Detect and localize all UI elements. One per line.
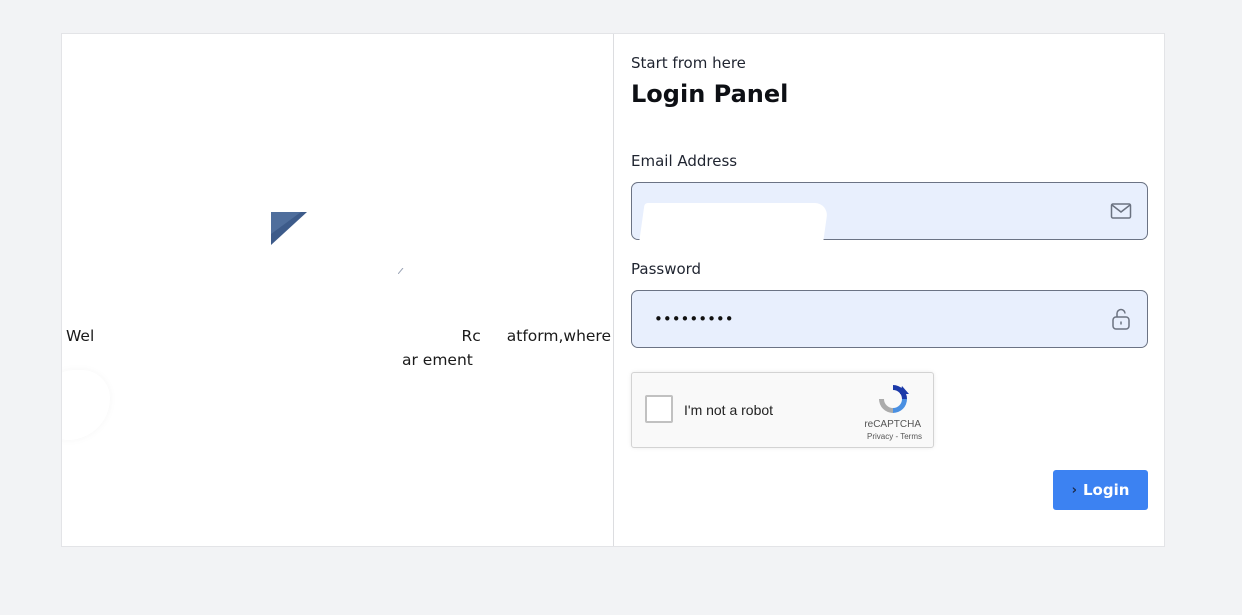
welcome-line1-start: Wel bbox=[66, 327, 95, 345]
recaptcha-label: I'm not a robot bbox=[684, 402, 774, 418]
login-button[interactable]: › Login bbox=[1053, 470, 1148, 510]
login-panel: Start from here Login Panel Email Addres… bbox=[631, 34, 1165, 546]
welcome-line2: ar ement bbox=[402, 351, 473, 369]
chevron-right-icon: › bbox=[1071, 482, 1077, 498]
password-field[interactable] bbox=[654, 291, 1094, 347]
login-button-label: Login bbox=[1082, 481, 1130, 499]
logo-mark-icon bbox=[397, 259, 404, 275]
welcome-text: Wel Rc atform,where ar ement bbox=[66, 324, 611, 372]
redaction-mark bbox=[62, 370, 110, 440]
password-label: Password bbox=[631, 260, 702, 278]
email-field-wrapper bbox=[631, 182, 1148, 241]
welcome-line1-end: atform,where bbox=[506, 327, 611, 345]
recaptcha-links[interactable]: Privacy - Terms bbox=[867, 432, 922, 441]
recaptcha-brand: reCAPTCHA bbox=[864, 419, 921, 430]
login-card: Wel Rc atform,where ar ement Start from … bbox=[61, 33, 1165, 547]
recaptcha-icon bbox=[876, 382, 910, 416]
login-kicker: Start from here bbox=[631, 54, 746, 72]
page-title: Login Panel bbox=[631, 80, 789, 108]
welcome-line1-mid: Rc bbox=[461, 327, 481, 345]
recaptcha-checkbox[interactable] bbox=[645, 395, 673, 423]
password-field-wrapper bbox=[631, 290, 1148, 348]
lock-icon bbox=[1109, 307, 1133, 331]
recaptcha-widget: I'm not a robot reCAPTCHA Privacy - Term… bbox=[631, 372, 934, 448]
email-label: Email Address bbox=[631, 152, 738, 170]
hero-panel: Wel Rc atform,where ar ement bbox=[62, 34, 614, 546]
envelope-icon bbox=[1109, 199, 1133, 223]
logo-icon bbox=[271, 212, 307, 245]
redaction-mark bbox=[639, 203, 829, 241]
